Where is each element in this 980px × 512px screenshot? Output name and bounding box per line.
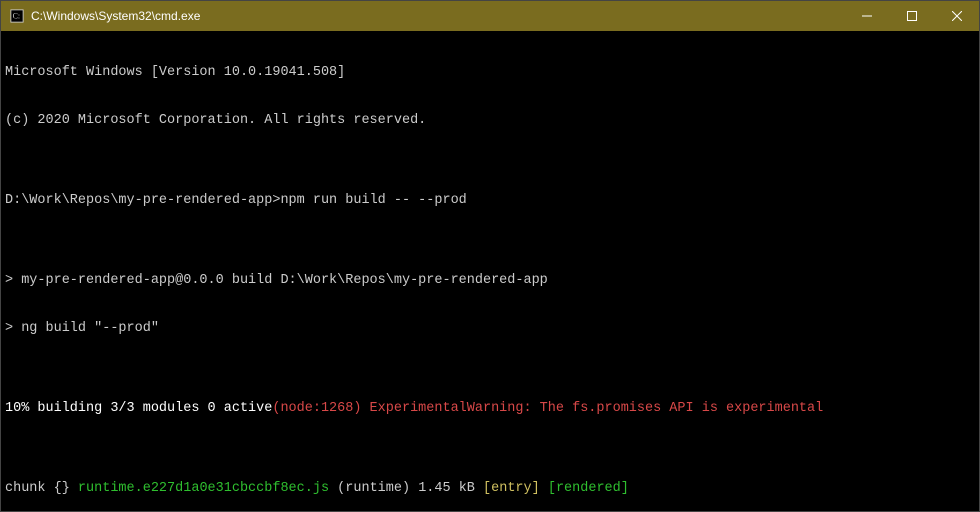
build-progress: 10% building 3/3 modules 0 active xyxy=(5,401,272,416)
cmd-window: C: C:\Windows\System32\cmd.exe Microsoft… xyxy=(0,0,980,512)
output-line: > ng build "--prod" xyxy=(5,321,975,337)
minimize-icon xyxy=(862,11,872,21)
close-button[interactable] xyxy=(934,1,979,31)
minimize-button[interactable] xyxy=(844,1,889,31)
output-line: 10% building 3/3 modules 0 active(node:1… xyxy=(5,401,975,417)
chunk-tag: [entry] xyxy=(483,481,540,496)
chunk-prefix: chunk {} xyxy=(5,481,78,496)
close-icon xyxy=(952,11,962,21)
prompt-path: D:\Work\Repos\my-pre-rendered-app> xyxy=(5,193,280,208)
output-line: > my-pre-rendered-app@0.0.0 build D:\Wor… xyxy=(5,273,975,289)
chunk-status: [rendered] xyxy=(548,481,629,496)
chunk-size: (runtime) 1.45 kB xyxy=(329,481,483,496)
prompt-line: D:\Work\Repos\my-pre-rendered-app>npm ru… xyxy=(5,193,975,209)
titlebar[interactable]: C: C:\Windows\System32\cmd.exe xyxy=(1,1,979,31)
svg-text:C:: C: xyxy=(13,12,20,21)
chunk-line: chunk {} runtime.e227d1a0e31cbccbf8ec.js… xyxy=(5,481,975,497)
maximize-button[interactable] xyxy=(889,1,934,31)
command-text: npm run build -- --prod xyxy=(280,193,466,208)
chunk-file: runtime.e227d1a0e31cbccbf8ec.js xyxy=(78,481,329,496)
output-line: Microsoft Windows [Version 10.0.19041.50… xyxy=(5,65,975,81)
cmd-icon: C: xyxy=(9,8,25,24)
terminal-output[interactable]: Microsoft Windows [Version 10.0.19041.50… xyxy=(1,31,979,511)
output-line: (c) 2020 Microsoft Corporation. All righ… xyxy=(5,113,975,129)
window-title: C:\Windows\System32\cmd.exe xyxy=(31,9,200,23)
maximize-icon xyxy=(907,11,917,21)
build-warning: (node:1268) ExperimentalWarning: The fs.… xyxy=(272,401,823,416)
